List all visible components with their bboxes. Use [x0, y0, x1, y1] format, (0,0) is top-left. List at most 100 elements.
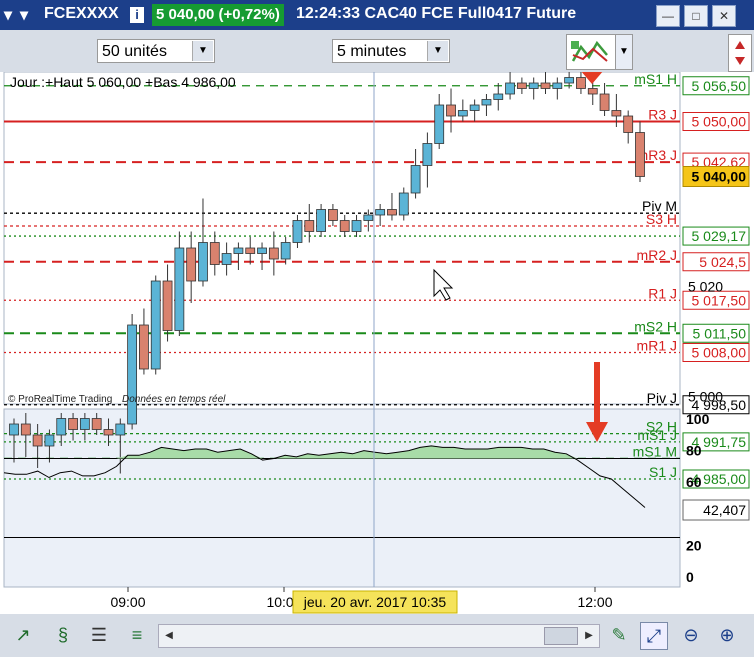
indicators-menu-chevron-icon[interactable]: ▼: [615, 34, 633, 70]
candle-body: [398, 192, 409, 216]
candle-body: [103, 429, 114, 436]
candle-body: [457, 110, 468, 117]
candle-body: [9, 423, 19, 436]
level-value: 5 056,50: [692, 78, 747, 94]
dropdown-icon[interactable]: ▾: [20, 5, 28, 25]
candle-body: [79, 418, 90, 430]
bars-icon[interactable]: ≡: [124, 622, 150, 648]
level-name: S3 H: [646, 211, 677, 227]
oscillator-tick-label: 80: [686, 443, 702, 459]
candle-body: [209, 242, 220, 265]
candle-body: [528, 82, 539, 89]
minimize-icon[interactable]: —: [656, 5, 680, 27]
maximize-icon[interactable]: □: [684, 5, 708, 27]
level-name: R3 J: [648, 107, 677, 123]
units-select[interactable]: 50 unités ▼: [97, 39, 215, 63]
level-name: S1 J: [649, 464, 677, 480]
instrument-menu-icon[interactable]: ▾: [4, 5, 12, 25]
level-name: mS1 J: [637, 427, 677, 443]
scroll-thumb[interactable]: [544, 627, 578, 645]
candle-body: [245, 247, 256, 254]
candle-body: [505, 82, 515, 95]
candle-body: [363, 214, 374, 221]
candle-body: [576, 77, 586, 89]
current-price-value: 5 040,00: [692, 169, 747, 185]
price-tick-label: 5 060: [688, 72, 723, 75]
candle-body: [304, 220, 315, 232]
candle-body: [280, 242, 291, 260]
title-bar: ▾ ▾ FCEXXXX i 5 040,00 (+0,72%) 12:24:33…: [0, 0, 754, 30]
level-name: R1 J: [648, 285, 677, 301]
zoom-fit-icon[interactable]: ⤢: [640, 622, 668, 650]
candle-body: [292, 220, 303, 243]
chart-draw-icon[interactable]: ↗: [10, 622, 36, 648]
day-high-low-header: Jour :+Haut 5 060,00 +Bas 4 986,00: [10, 74, 236, 90]
close-icon[interactable]: ✕: [712, 5, 736, 27]
candle-body: [198, 242, 208, 282]
candle-body: [115, 423, 126, 436]
candle-body: [339, 220, 350, 232]
time-axis-label: 09:00: [110, 594, 145, 610]
level-name: mS1 H: [634, 72, 677, 87]
candle-body: [540, 82, 551, 89]
chevron-down-icon[interactable]: ▼: [192, 41, 213, 61]
candle-body: [56, 418, 67, 436]
candle-body: [375, 209, 386, 216]
candle-body: [434, 104, 445, 144]
candle-body: [127, 324, 138, 425]
indicator-icon[interactable]: §: [50, 622, 76, 648]
oscillator-tick-label: 0: [686, 569, 694, 585]
candle-body: [174, 247, 185, 331]
candle-body: [68, 418, 78, 430]
candle-body: [20, 423, 31, 436]
cursor-time-label: jeu. 20 avr. 2017 10:35: [303, 594, 447, 610]
candle-body: [268, 247, 279, 260]
level-value: 5 017,50: [692, 292, 747, 308]
time-scrollbar[interactable]: ◀ ▶: [158, 624, 600, 648]
candle-body: [257, 247, 267, 254]
candle-body: [150, 280, 161, 370]
level-value: 5 011,50: [693, 325, 747, 341]
level-name: mS1 M: [633, 443, 677, 459]
candle-body: [599, 93, 610, 111]
chart-toolbar: 50 unités ▼ 5 minutes ▼ ▼: [0, 30, 754, 72]
candle-body: [623, 115, 634, 133]
chevron-down-icon[interactable]: ▼: [427, 41, 448, 61]
candle-body: [410, 165, 421, 194]
candle-body: [91, 418, 102, 430]
candle-body: [221, 253, 232, 265]
candle-body: [139, 324, 149, 370]
level-name: mS2 H: [634, 318, 677, 334]
candle-body: [387, 209, 397, 216]
bottom-toolbar: ↗ § ☰ ≡ ◀ ▶ ✎ ⤢ ⊖ ⊕: [0, 614, 754, 657]
level-value: 5 008,00: [692, 345, 747, 361]
candle-body: [316, 209, 326, 232]
candle-body: [552, 82, 563, 89]
watermark-right: Données en temps réel: [122, 394, 226, 405]
scroll-right-icon[interactable]: ▶: [579, 625, 599, 647]
chart-canvas[interactable]: mS1 HR3 JmR3 JPiv MS3 HmR2 JR1 JmS2 HmR1…: [0, 72, 754, 614]
panel-toggle-button[interactable]: [728, 34, 752, 72]
candle-body: [162, 280, 173, 331]
candle-body: [481, 99, 492, 106]
candle-body: [422, 143, 433, 166]
candle-body: [328, 209, 338, 221]
symbol-label[interactable]: FCEXXXX: [44, 5, 119, 23]
zoom-out-icon[interactable]: ⊖: [678, 622, 704, 648]
oscillator-panel: [3, 408, 681, 588]
interval-select-value: 5 minutes: [337, 43, 407, 60]
crosshair-pencil-icon[interactable]: ✎: [606, 622, 632, 648]
scroll-left-icon[interactable]: ◀: [159, 625, 179, 647]
candle-body: [44, 434, 55, 447]
interval-select[interactable]: 5 minutes ▼: [332, 39, 450, 63]
candle-body: [587, 88, 598, 95]
list-icon[interactable]: ☰: [86, 622, 112, 648]
info-icon[interactable]: i: [130, 7, 144, 23]
candle-body: [635, 132, 645, 177]
level-name: mR2 J: [637, 247, 677, 263]
indicators-button[interactable]: [566, 34, 616, 70]
zoom-in-icon[interactable]: ⊕: [714, 622, 740, 648]
candle-body: [469, 104, 480, 111]
units-select-value: 50 unités: [102, 43, 167, 60]
candle-body: [564, 77, 575, 84]
